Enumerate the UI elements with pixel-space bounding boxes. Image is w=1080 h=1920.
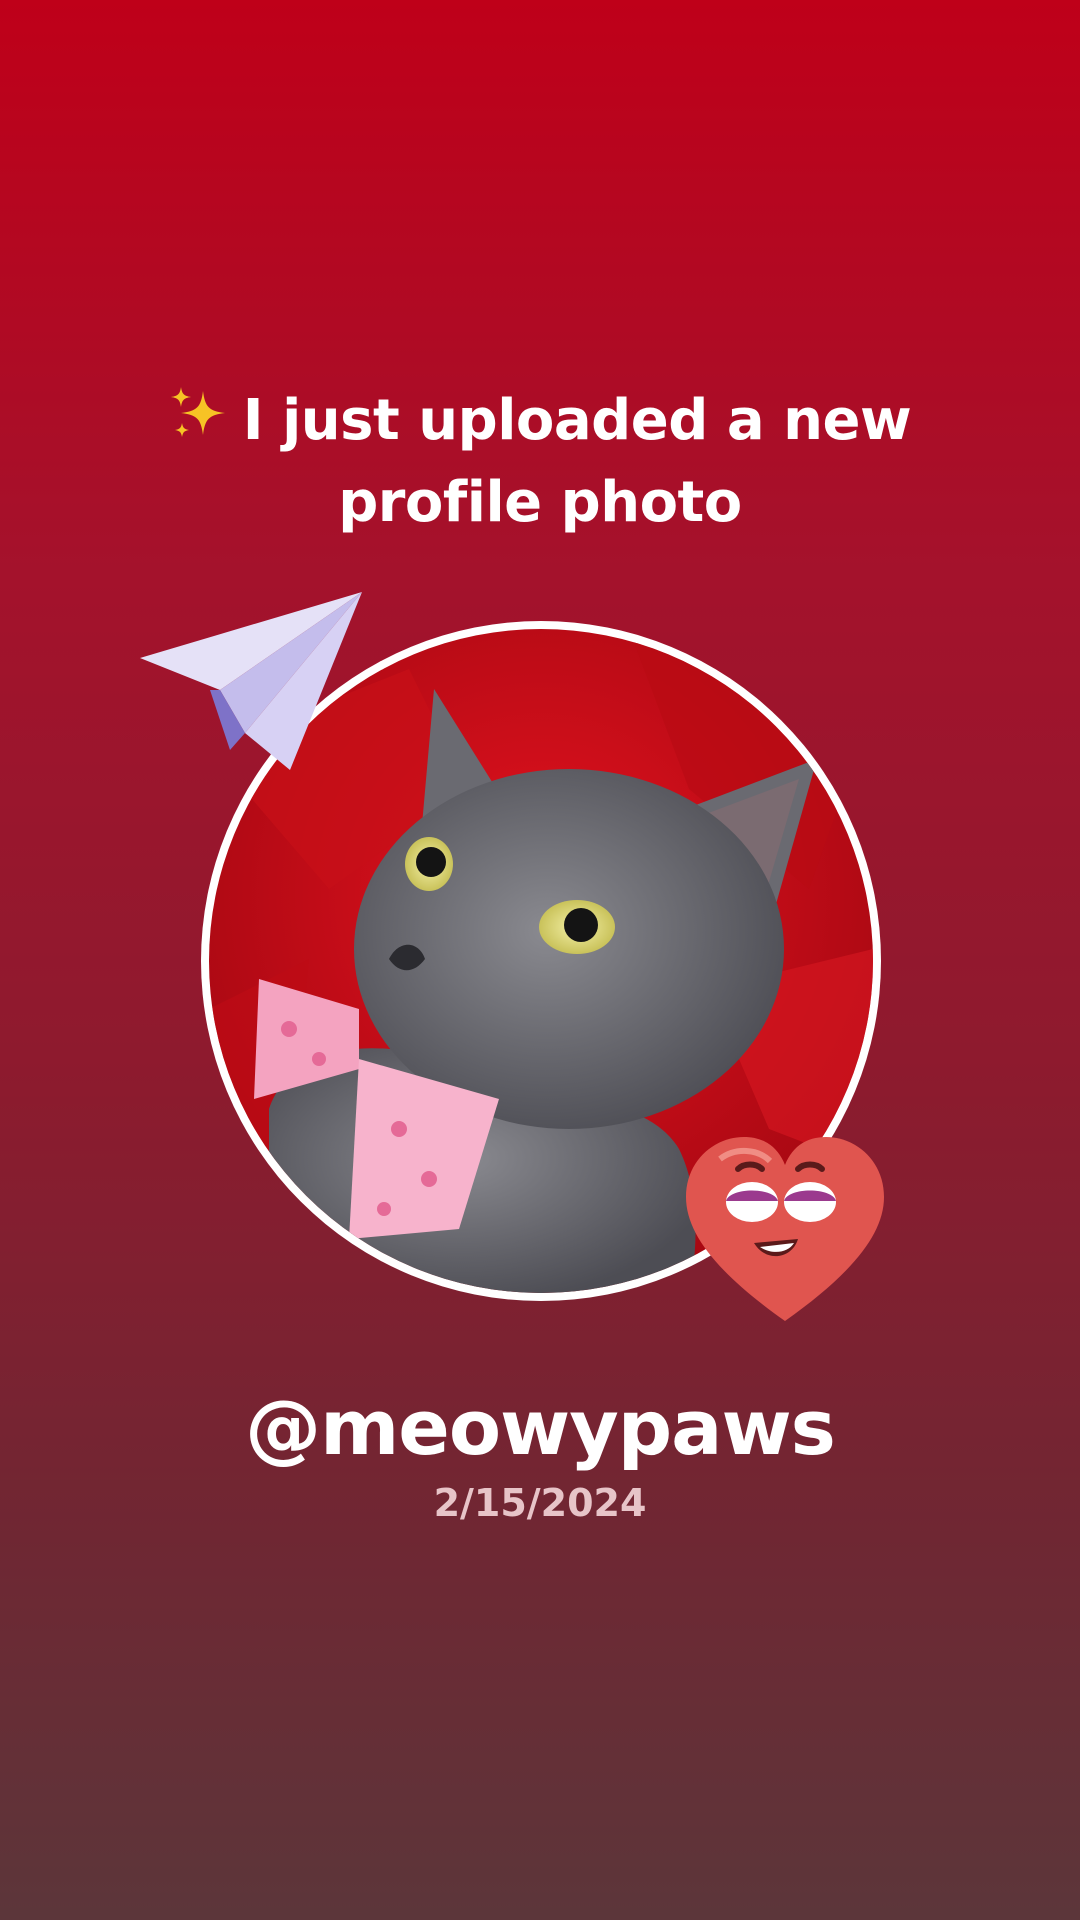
smirking-heart-sticker	[680, 1125, 890, 1325]
headline-line-1: I just uploaded a new	[120, 382, 960, 464]
post-date: 2/15/2024	[433, 1481, 647, 1525]
headline-text-1: I just uploaded a new	[242, 388, 912, 453]
headline: I just uploaded a new profile photo	[120, 382, 960, 542]
sparkles-icon	[169, 385, 229, 464]
username[interactable]: @meowypaws	[0, 1383, 1080, 1473]
profile-photo-announcement: I just uploaded a new profile photo @meo…	[0, 0, 1080, 1920]
paper-plane-icon	[140, 590, 365, 770]
headline-line-2: profile photo	[338, 470, 742, 535]
